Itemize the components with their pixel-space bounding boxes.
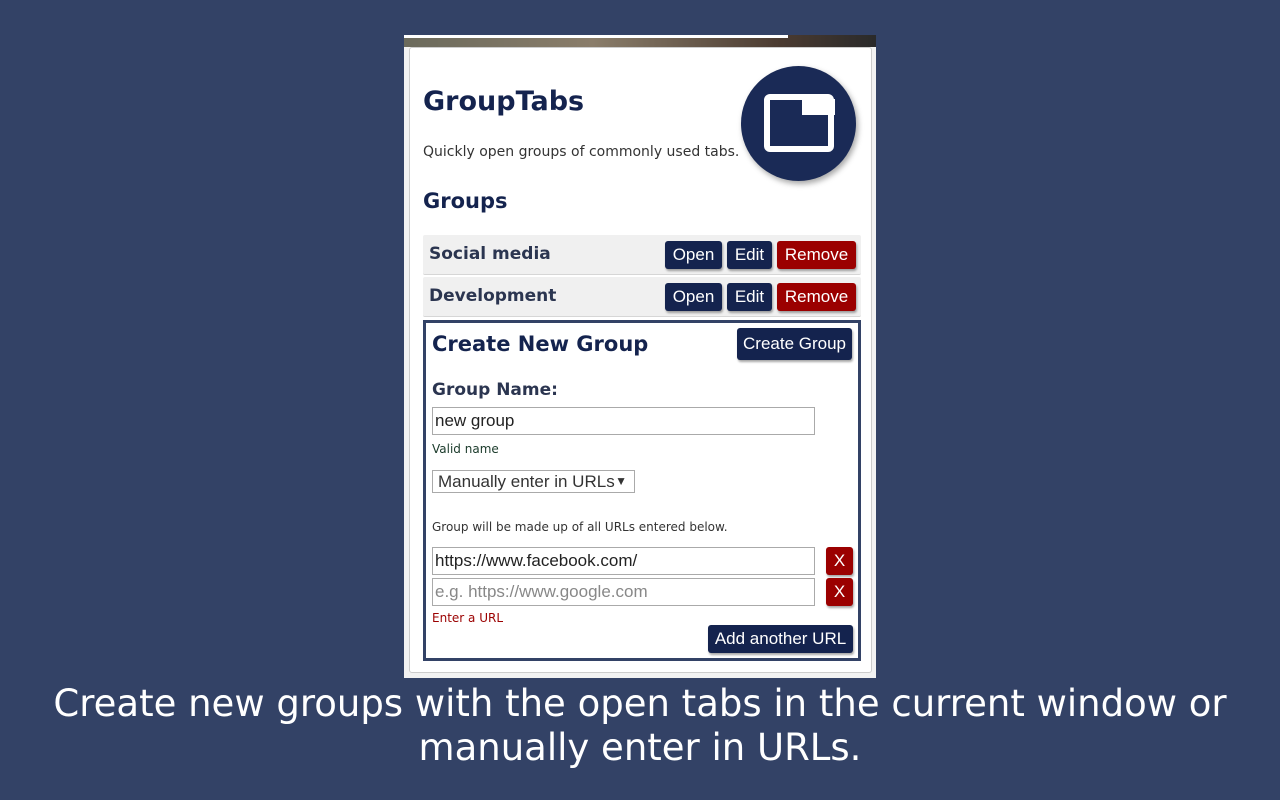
open-group-button[interactable]: Open <box>665 241 722 269</box>
remove-group-button[interactable]: Remove <box>777 283 856 311</box>
group-name-label: Group Name: <box>432 380 558 400</box>
name-validation-status: Valid name <box>432 442 499 456</box>
remove-url-button[interactable]: X <box>826 578 853 606</box>
create-group-panel: Create New Group Create Group Group Name… <box>423 320 861 661</box>
browser-background-strip <box>404 35 876 47</box>
group-name-input[interactable] <box>432 407 815 435</box>
edit-group-button[interactable]: Edit <box>727 283 772 311</box>
url-input[interactable] <box>432 578 815 606</box>
create-group-heading: Create New Group <box>432 332 649 356</box>
dropdown-arrow-icon: ▼ <box>615 474 627 488</box>
groups-heading: Groups <box>423 189 508 213</box>
url-input[interactable] <box>432 547 815 575</box>
tab-shape <box>802 99 835 115</box>
app-description: Quickly open groups of commonly used tab… <box>423 144 740 160</box>
tab-window-icon <box>764 94 835 152</box>
url-error: Enter a URL <box>432 611 503 625</box>
group-row: Development Open Edit Remove <box>423 277 861 317</box>
caption: Create new groups with the open tabs in … <box>53 682 1227 769</box>
app-title: GroupTabs <box>423 86 585 117</box>
group-row: Social media Open Edit Remove <box>423 235 861 275</box>
mode-hint: Group will be made up of all URLs entere… <box>432 520 728 534</box>
add-url-button[interactable]: Add another URL <box>708 625 853 653</box>
app-logo <box>741 66 856 181</box>
group-name: Social media <box>429 244 551 264</box>
group-mode-select[interactable]: Manually enter in URLs ▼ <box>432 470 635 493</box>
strip-highlight <box>404 35 788 38</box>
edit-group-button[interactable]: Edit <box>727 241 772 269</box>
selected-option: Manually enter in URLs <box>438 472 615 491</box>
extension-popup-frame: GroupTabs Quickly open groups of commonl… <box>404 35 876 678</box>
create-group-button[interactable]: Create Group <box>737 328 852 360</box>
open-group-button[interactable]: Open <box>665 283 722 311</box>
popup-card: GroupTabs Quickly open groups of commonl… <box>409 47 872 673</box>
group-name: Development <box>429 286 557 306</box>
remove-group-button[interactable]: Remove <box>777 241 856 269</box>
remove-url-button[interactable]: X <box>826 547 853 575</box>
